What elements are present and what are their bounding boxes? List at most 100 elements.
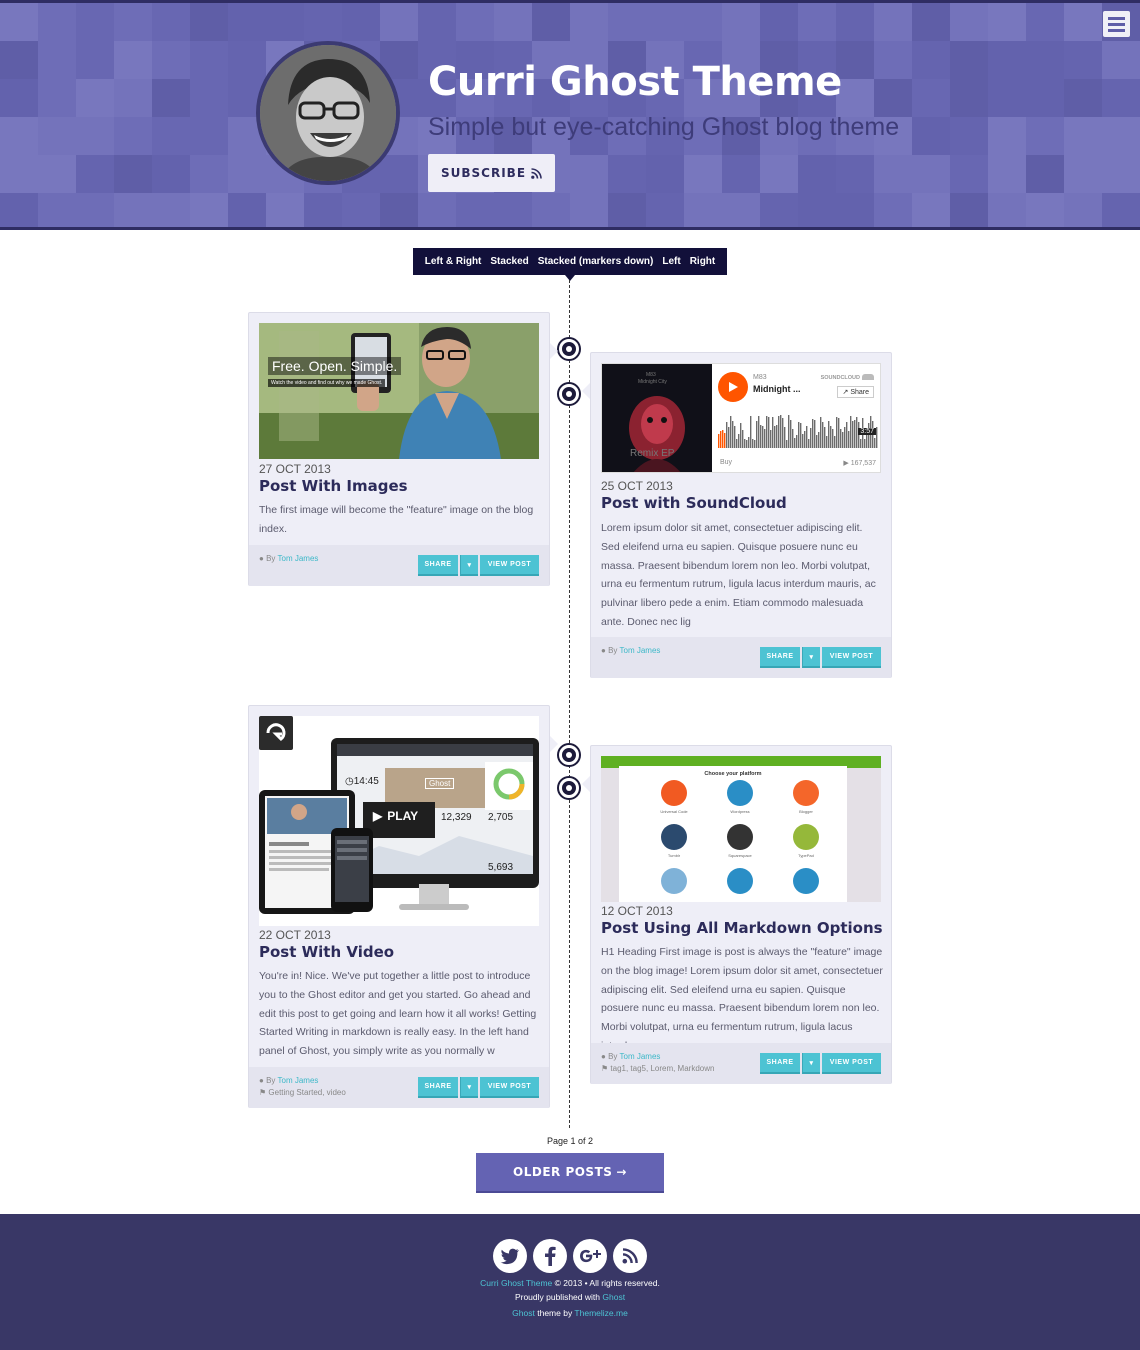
waveform[interactable] bbox=[718, 410, 878, 448]
feature-headline: Free. Open. Simple. bbox=[268, 357, 402, 375]
post-excerpt: H1 Heading First image is post is always… bbox=[601, 946, 883, 1052]
platform-option[interactable] bbox=[793, 868, 819, 894]
author-link[interactable]: Tom James bbox=[620, 1052, 661, 1061]
facebook-icon[interactable] bbox=[533, 1239, 567, 1273]
stat-value: 2,705 bbox=[488, 812, 514, 823]
post-date: 12 OCT 2013 bbox=[601, 904, 673, 918]
site-subtitle: Simple but eye-catching Ghost blog theme bbox=[428, 113, 900, 141]
post-author: ● By Tom James bbox=[601, 646, 660, 655]
tag-icon: ⚑ bbox=[259, 1088, 267, 1097]
view-post-button[interactable]: VIEW POST bbox=[480, 555, 539, 576]
soundcloud-brand[interactable]: SOUNDCLOUD bbox=[821, 375, 860, 381]
google-plus-icon[interactable] bbox=[573, 1239, 607, 1273]
share-button[interactable]: SHARE bbox=[418, 1077, 458, 1098]
stat-value: 5,693 bbox=[488, 862, 514, 873]
post-tags: ⚑ Getting Started, video bbox=[259, 1088, 346, 1097]
tag-list[interactable]: tag1, tag5, Lorem, Markdown bbox=[610, 1064, 714, 1073]
user-icon: ● bbox=[601, 646, 606, 655]
stat-value: 12,329 bbox=[441, 812, 472, 823]
layout-option-stacked-markers-down[interactable]: Stacked (markers down) bbox=[538, 256, 654, 267]
share-button[interactable]: SHARE bbox=[418, 555, 458, 576]
site-title: Curri Ghost Theme bbox=[428, 59, 842, 105]
layout-option-left-right[interactable]: Left & Right bbox=[425, 256, 482, 267]
social-links bbox=[0, 1239, 1140, 1273]
share-dropdown-caret-icon[interactable]: ▾ bbox=[460, 1077, 478, 1098]
post-card: Free. Open. Simple. Watch the video and … bbox=[248, 312, 558, 586]
footer-ghost-theme-link[interactable]: Ghost bbox=[512, 1308, 535, 1318]
clock-icon: ◷ bbox=[345, 776, 354, 787]
footer-themelize-link[interactable]: Themelize.me bbox=[574, 1308, 627, 1318]
play-count-value: 167,537 bbox=[850, 460, 876, 467]
feature-image[interactable]: Free. Open. Simple. Watch the video and … bbox=[259, 323, 539, 459]
soundcloud-player[interactable]: M83 Midnight City Remix EP M83 Midnight … bbox=[601, 363, 881, 473]
platform-option[interactable] bbox=[793, 824, 819, 850]
author-link[interactable]: Tom James bbox=[278, 554, 319, 563]
platform-option[interactable] bbox=[727, 824, 753, 850]
site-footer: Curri Ghost Theme © 2013 • All rights re… bbox=[0, 1214, 1140, 1350]
play-count: ▶ 167,537 bbox=[843, 459, 876, 467]
post-title[interactable]: Post With Images bbox=[259, 477, 408, 495]
post-tags: ⚑ tag1, tag5, Lorem, Markdown bbox=[601, 1064, 714, 1073]
post-footer: ● By Tom James SHARE ▾ VIEW POST bbox=[249, 545, 549, 586]
rss-icon[interactable] bbox=[613, 1239, 647, 1273]
footer-copyright: Curri Ghost Theme © 2013 • All rights re… bbox=[0, 1278, 1140, 1288]
share-dropdown-caret-icon[interactable]: ▾ bbox=[802, 647, 820, 668]
twitter-icon[interactable] bbox=[493, 1239, 527, 1273]
tag-list[interactable]: Getting Started, video bbox=[268, 1088, 345, 1097]
ghost-brand: Ghost bbox=[425, 778, 455, 789]
platform-option[interactable] bbox=[661, 780, 687, 806]
platform-option[interactable] bbox=[661, 868, 687, 894]
post-date: 27 OCT 2013 bbox=[259, 462, 331, 476]
author-link[interactable]: Tom James bbox=[278, 1076, 319, 1085]
footer-ghost-link[interactable]: Ghost bbox=[602, 1292, 625, 1302]
share-sc-button[interactable]: ↗ Share bbox=[837, 386, 874, 398]
platform-option[interactable] bbox=[727, 780, 753, 806]
track-title[interactable]: Midnight ... bbox=[753, 384, 801, 394]
buy-link[interactable]: Buy bbox=[720, 459, 732, 466]
post-actions: SHARE ▾ VIEW POST bbox=[760, 647, 881, 668]
footer-copyright-text: © 2013 • All rights reserved. bbox=[554, 1278, 660, 1288]
platform-label: Squarespace bbox=[728, 853, 752, 858]
feature-image[interactable]: Choose your platform Universal Code Wordp… bbox=[601, 756, 881, 902]
avatar bbox=[256, 41, 400, 185]
play-button[interactable]: ▶ PLAY bbox=[365, 805, 426, 827]
platform-option[interactable] bbox=[727, 868, 753, 894]
footer-site-link[interactable]: Curri Ghost Theme bbox=[480, 1278, 552, 1288]
cover-artist: M83 bbox=[646, 372, 656, 378]
footer-theme-credit: Ghost theme by Themelize.me bbox=[0, 1308, 1140, 1318]
play-icon[interactable] bbox=[718, 372, 748, 402]
layout-option-right[interactable]: Right bbox=[690, 256, 716, 267]
older-posts-button[interactable]: OLDER POSTS → bbox=[476, 1153, 664, 1193]
layout-option-stacked[interactable]: Stacked bbox=[490, 256, 528, 267]
post-title[interactable]: Post Using All Markdown Options bbox=[601, 919, 883, 937]
play-icon: ▶ bbox=[373, 809, 383, 823]
track-artist: M83 bbox=[753, 374, 767, 381]
share-button[interactable]: SHARE bbox=[760, 1053, 800, 1074]
post-title[interactable]: Post with SoundCloud bbox=[601, 494, 787, 512]
clock-readout: ◷14:45 bbox=[345, 776, 379, 787]
share-dropdown-caret-icon[interactable]: ▾ bbox=[460, 555, 478, 576]
feature-photo bbox=[259, 323, 539, 459]
user-icon: ● bbox=[259, 554, 264, 563]
share-button[interactable]: SHARE bbox=[760, 647, 800, 668]
author-link[interactable]: Tom James bbox=[620, 646, 661, 655]
arrow-right-icon: → bbox=[616, 1165, 627, 1179]
track-duration: 3:57 bbox=[858, 428, 876, 435]
share-dropdown-caret-icon[interactable]: ▾ bbox=[802, 1053, 820, 1074]
menu-icon[interactable] bbox=[1103, 11, 1130, 37]
layout-option-left[interactable]: Left bbox=[662, 256, 680, 267]
share-sc-label: Share bbox=[850, 389, 869, 396]
view-post-button[interactable]: VIEW POST bbox=[822, 1053, 881, 1074]
platform-label: Wordpress bbox=[730, 809, 750, 814]
timeline-marker bbox=[559, 339, 579, 359]
page-indicator: Page 1 of 2 bbox=[546, 1136, 594, 1146]
post-title[interactable]: Post With Video bbox=[259, 943, 394, 961]
platform-label: Blogger bbox=[799, 809, 813, 814]
subscribe-button[interactable]: SUBSCRIBE bbox=[428, 154, 555, 192]
platform-option[interactable] bbox=[661, 824, 687, 850]
view-post-button[interactable]: VIEW POST bbox=[822, 647, 881, 668]
view-post-button[interactable]: VIEW POST bbox=[480, 1077, 539, 1098]
feature-image[interactable]: ◷14:45 Ghost ▶ PLAY 12,329 2,705 5,693 bbox=[259, 716, 539, 926]
post-author: ● By Tom James bbox=[259, 554, 318, 563]
platform-option[interactable] bbox=[793, 780, 819, 806]
